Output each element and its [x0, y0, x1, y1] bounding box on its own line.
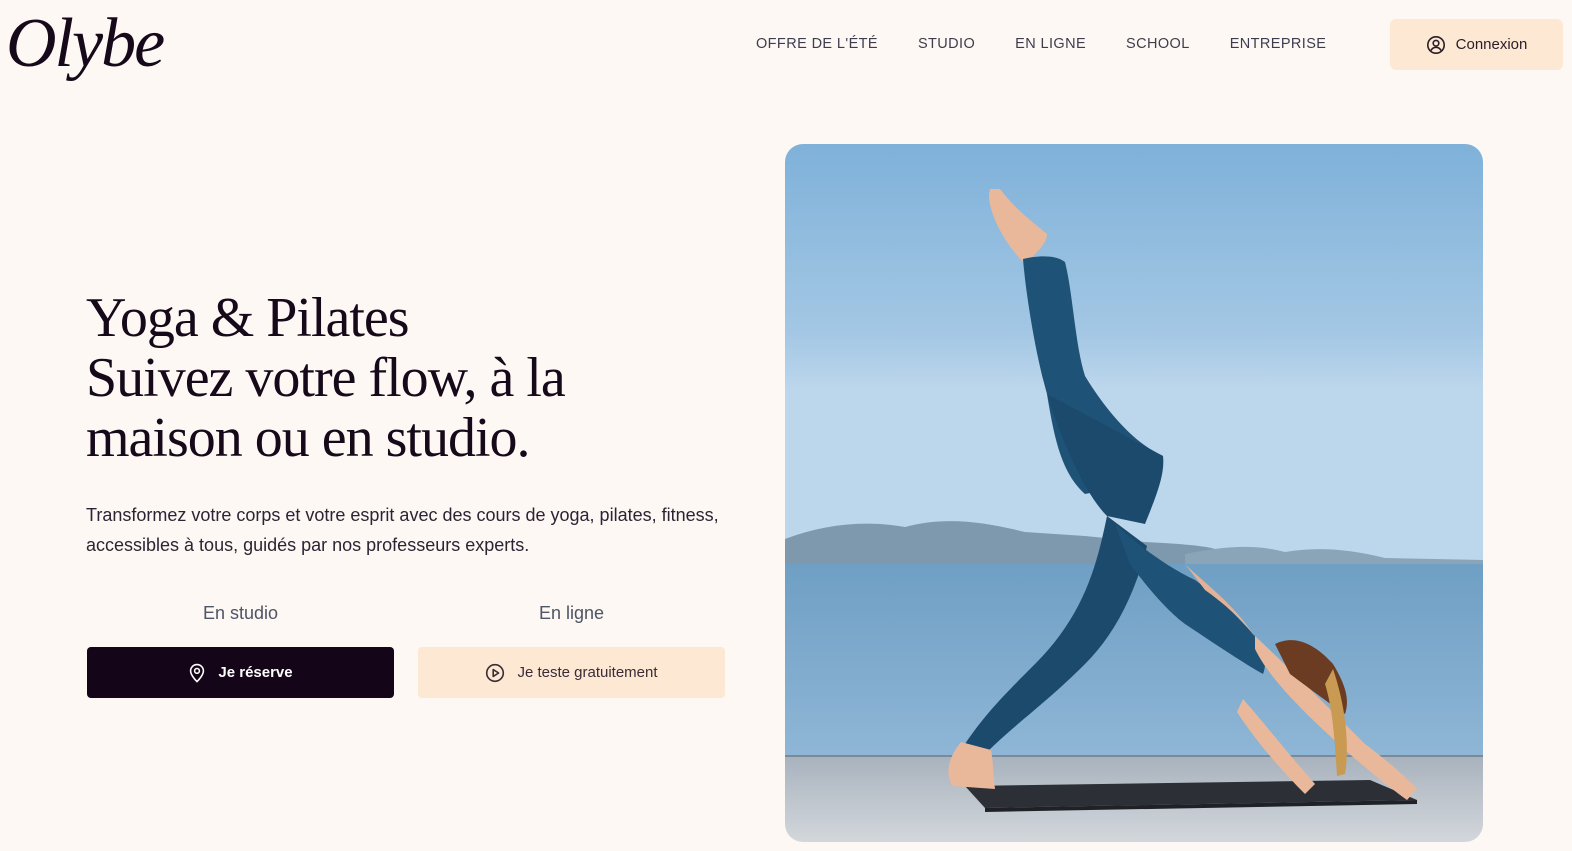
nav-item-summer-offer[interactable]: OFFRE DE L'ÉTÉ	[756, 34, 878, 54]
free-trial-button-label: Je teste gratuitement	[517, 664, 658, 681]
login-button[interactable]: Connexion	[1390, 19, 1563, 70]
online-label: En ligne	[538, 603, 605, 623]
login-label: Connexion	[1455, 36, 1528, 53]
hero-description: Transformez votre corps et votre esprit …	[86, 505, 719, 555]
nav-item-studio[interactable]: STUDIO	[918, 34, 975, 54]
hero-title-line: maison ou en studio.	[86, 407, 531, 469]
free-trial-button[interactable]: Je teste gratuitement	[418, 647, 725, 698]
hero-image	[785, 144, 1483, 842]
hero-title-line: Yoga & Pilates	[86, 287, 410, 349]
play-circle-icon	[485, 663, 505, 683]
hero-title: Yoga & Pilates Suivez votre flow, à la m…	[86, 288, 726, 468]
reserve-button-label: Je réserve	[218, 664, 293, 681]
nav-item-online[interactable]: EN LIGNE	[1015, 34, 1086, 54]
main-nav: OFFRE DE L'ÉTÉ STUDIO EN LIGNE SCHOOL EN…	[756, 34, 1326, 54]
user-circle-icon	[1426, 35, 1446, 55]
reserve-button[interactable]: Je réserve	[87, 647, 394, 698]
studio-label: En studio	[202, 603, 279, 623]
nav-item-school[interactable]: SCHOOL	[1126, 34, 1190, 54]
map-pin-icon	[188, 663, 206, 683]
brand-logo[interactable]: Olybe	[6, 0, 165, 88]
nav-item-business[interactable]: ENTREPRISE	[1230, 34, 1327, 54]
hero-title-line: Suivez votre flow, à la	[86, 347, 566, 409]
